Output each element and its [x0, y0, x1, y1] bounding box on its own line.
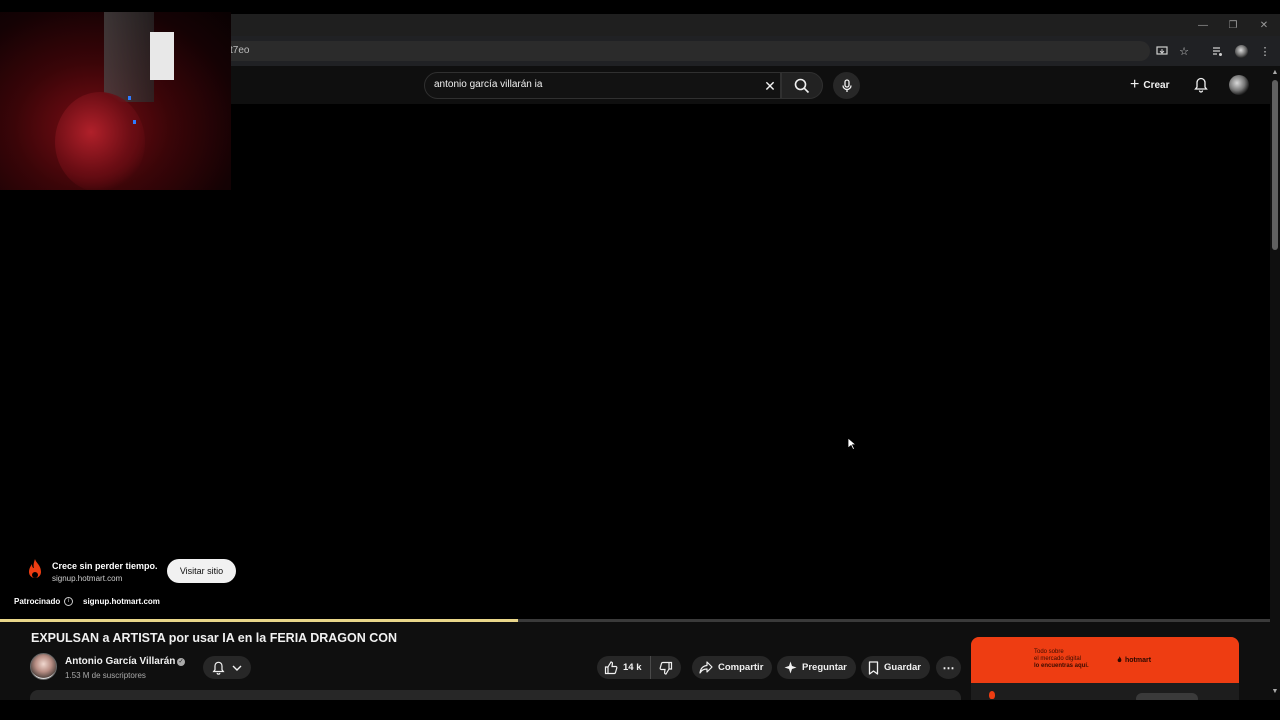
- address-bar-url: t7eo: [230, 45, 250, 56]
- ad-banner-line: el mercado digital: [1034, 656, 1082, 662]
- like-button[interactable]: 14 k: [597, 656, 651, 679]
- scroll-down-arrow-icon[interactable]: ▼: [1270, 687, 1280, 697]
- notifications-button[interactable]: [1190, 74, 1212, 96]
- hotmart-logo-icon: [29, 559, 41, 578]
- media-control-icon[interactable]: [1208, 42, 1226, 60]
- hotmart-small-icon: [989, 691, 995, 699]
- thumbs-up-icon: [604, 660, 618, 674]
- ad-info-row: [971, 683, 1239, 700]
- description-box[interactable]: [30, 690, 961, 700]
- save-button[interactable]: Guardar: [861, 656, 930, 679]
- restore-icon[interactable]: ❐: [1218, 14, 1248, 36]
- webcam-person: [55, 92, 145, 190]
- channel-name[interactable]: Antonio García Villarán: [65, 656, 175, 667]
- hotmart-brand: hotmart: [1125, 656, 1152, 664]
- ad-action-chip[interactable]: [1136, 693, 1198, 700]
- bookmark-icon: [868, 660, 879, 675]
- share-icon: [699, 661, 713, 674]
- search-icon: [794, 78, 810, 93]
- webcam-overlay: [0, 12, 231, 190]
- clear-icon[interactable]: ✕: [760, 76, 780, 96]
- dislike-button[interactable]: [651, 656, 681, 679]
- ad-banner-line: Todo sobre: [1034, 649, 1064, 655]
- search-button[interactable]: [781, 72, 823, 99]
- ad-title[interactable]: Crece sin perder tiempo.: [52, 561, 158, 571]
- bell-icon: [212, 661, 225, 675]
- webcam-led: [128, 96, 131, 100]
- subscriber-count: 1.53 M de suscriptores: [65, 671, 146, 680]
- webcam-led: [133, 120, 136, 124]
- ad-url[interactable]: signup.hotmart.com: [52, 574, 122, 583]
- sponsored-label: Patrocinado: [14, 597, 61, 606]
- search-query: antonio garcía villarán ia: [434, 79, 543, 90]
- create-label: Crear: [1143, 79, 1170, 91]
- verified-check-icon: ✓: [177, 658, 185, 666]
- mouse-cursor-icon: [847, 437, 857, 451]
- mic-icon: [841, 78, 852, 92]
- scroll-up-arrow-icon[interactable]: ▲: [1270, 68, 1280, 78]
- create-button[interactable]: + Crear: [1124, 73, 1180, 97]
- more-horizontal-icon: ⋯: [942, 660, 955, 675]
- ad-banner-text: Todo sobre el mercado digital lo encuent…: [1034, 649, 1089, 670]
- share-label: Compartir: [718, 662, 764, 673]
- bookmark-star-icon[interactable]: ☆: [1175, 42, 1193, 60]
- visit-site-button[interactable]: Visitar sitio: [167, 559, 236, 583]
- scrollbar-thumb[interactable]: [1272, 80, 1278, 250]
- install-app-icon[interactable]: [1153, 42, 1171, 60]
- profile-icon[interactable]: [1232, 42, 1250, 60]
- save-label: Guardar: [884, 662, 921, 673]
- plus-icon: +: [1130, 76, 1140, 93]
- minimize-icon[interactable]: —: [1188, 14, 1218, 36]
- sidebar-ad[interactable]: Todo sobre el mercado digital lo encuent…: [971, 637, 1239, 700]
- subscription-bell-button[interactable]: [203, 656, 251, 679]
- ask-button[interactable]: Preguntar: [777, 656, 856, 679]
- sparkle-icon: [784, 661, 797, 674]
- ad-domain[interactable]: signup.hotmart.com: [83, 597, 160, 606]
- thumbs-down-icon: [659, 661, 672, 675]
- like-count: 14 k: [623, 662, 642, 673]
- share-button[interactable]: Compartir: [692, 656, 773, 679]
- ad-banner-image[interactable]: [971, 637, 1239, 683]
- hotmart-logo-icon: [1117, 656, 1122, 663]
- voice-search-button[interactable]: [833, 72, 860, 99]
- close-icon[interactable]: ✕: [1249, 14, 1279, 36]
- bottom-edge: [0, 700, 1280, 720]
- more-actions-button[interactable]: ⋯: [936, 656, 961, 679]
- avatar[interactable]: [1229, 75, 1249, 95]
- video-title: EXPULSAN a ARTISTA por usar IA en la FER…: [31, 631, 398, 645]
- info-icon[interactable]: i: [64, 597, 73, 606]
- ad-banner-line: lo encuentras aquí.: [1034, 663, 1089, 669]
- menu-kebab-icon[interactable]: ⋮: [1256, 42, 1274, 60]
- webcam-window-light: [150, 32, 174, 80]
- bell-icon: [1194, 77, 1208, 93]
- webcam-background: [104, 12, 154, 102]
- channel-avatar[interactable]: [30, 653, 57, 680]
- hotmart-banner-logo: hotmart: [1116, 656, 1151, 664]
- ask-label: Preguntar: [802, 662, 847, 673]
- chevron-down-icon: [232, 665, 242, 671]
- like-dislike-group: 14 k: [597, 656, 681, 679]
